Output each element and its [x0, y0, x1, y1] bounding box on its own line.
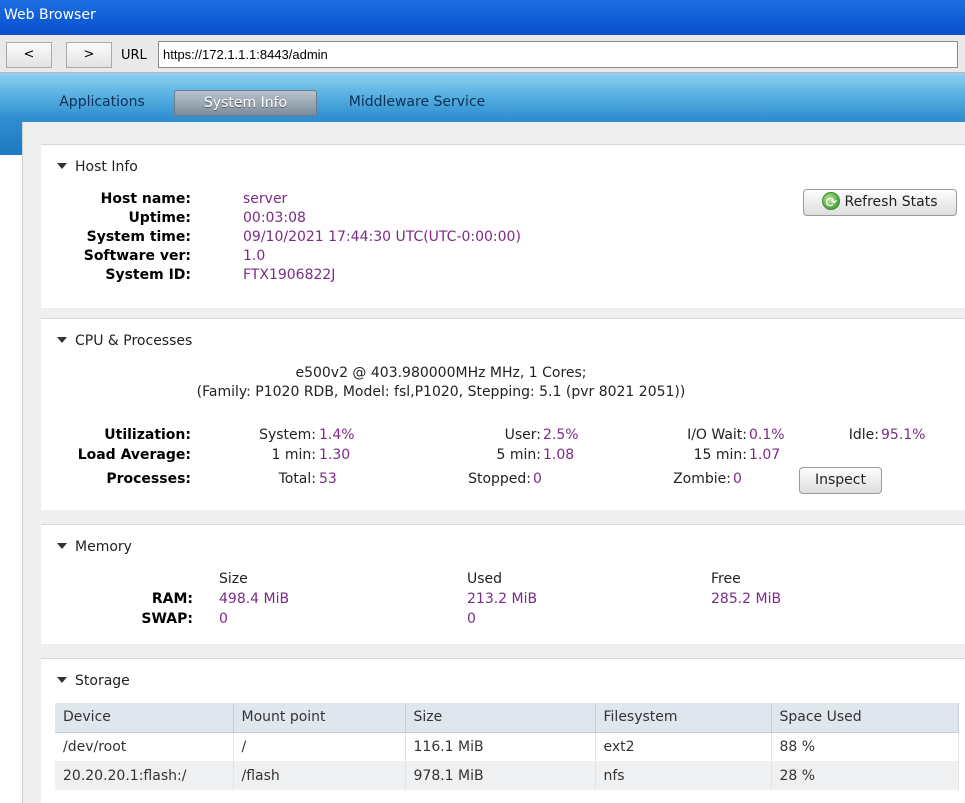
collapse-caret-icon	[57, 543, 67, 549]
back-button[interactable]: <	[6, 42, 52, 68]
cpu-model-line: e500v2 @ 403.980000MHz MHz, 1 Cores;	[295, 365, 587, 381]
load-15min-label: 15 min:	[693, 447, 747, 463]
load-5min-label: 5 min:	[496, 447, 541, 463]
cell-size: 116.1 MiB	[405, 732, 596, 761]
swap-used-value: 0	[467, 611, 476, 627]
host-info-header[interactable]: Host Info	[57, 159, 138, 175]
load-15min-value: 1.07	[749, 447, 781, 463]
software-ver-value: 1.0	[243, 248, 266, 264]
memory-panel: Memory Size Used Free RAM: 498.4 MiB 213…	[41, 524, 965, 644]
system-time-label: System time:	[86, 229, 191, 245]
panel-title: Host Info	[75, 159, 138, 175]
refresh-stats-button[interactable]: Refresh Stats	[803, 189, 957, 216]
processes-stopped-value: 0	[533, 471, 542, 487]
processes-zombie-value: 0	[733, 471, 742, 487]
system-id-label: System ID:	[105, 267, 191, 283]
tab-system-info[interactable]: System Info	[174, 90, 317, 116]
table-row[interactable]: 20.20.20.1:flash:/ /flash 978.1 MiB nfs …	[55, 761, 959, 790]
cell-mount-point: /	[233, 732, 406, 761]
processes-total-label: Total:	[278, 471, 316, 487]
column-header-size[interactable]: Size	[405, 703, 596, 733]
cell-space-used: 88 %	[771, 732, 959, 761]
ram-free-value: 285.2 MiB	[711, 591, 782, 607]
column-header-filesystem[interactable]: Filesystem	[595, 703, 772, 733]
cell-device: 20.20.20.1:flash:/	[55, 761, 234, 790]
host-info-panel: Host Info Host name: server Uptime: 00:0…	[41, 144, 965, 308]
url-input[interactable]	[158, 41, 958, 68]
window-title: Web Browser	[4, 7, 96, 23]
collapse-caret-icon	[57, 163, 67, 169]
idle-label: Idle:	[848, 427, 879, 443]
window-titlebar: Web Browser	[0, 0, 965, 35]
tab-middleware-service[interactable]: Middleware Service	[346, 90, 488, 116]
system-time-value: 09/10/2021 17:44:30 UTC(UTC-0:00:00)	[243, 229, 521, 245]
cpu-family-line: (Family: P1020 RDB, Model: fsl,P1020, St…	[196, 384, 686, 400]
system-util-label: System:	[259, 427, 316, 443]
swap-label: SWAP:	[141, 611, 193, 627]
url-label: URL	[121, 48, 147, 63]
panel-title: CPU & Processes	[75, 333, 193, 349]
inspect-button[interactable]: Inspect	[799, 467, 882, 494]
uptime-label: Uptime:	[128, 210, 191, 226]
cell-filesystem: nfs	[595, 761, 772, 790]
memory-header[interactable]: Memory	[57, 539, 132, 555]
panel-title: Memory	[75, 539, 132, 555]
table-header-row: Device Mount point Size Filesystem Space…	[55, 703, 959, 733]
memory-col-free: Free	[711, 571, 741, 587]
processes-zombie-label: Zombie:	[673, 471, 731, 487]
content-frame: Host Info Host name: server Uptime: 00:0…	[22, 122, 965, 803]
cpu-processes-panel: CPU & Processes e500v2 @ 403.980000MHz M…	[41, 318, 965, 510]
column-header-space-used[interactable]: Space Used	[771, 703, 959, 733]
cell-size: 978.1 MiB	[405, 761, 596, 790]
storage-header[interactable]: Storage	[57, 673, 130, 689]
utilization-label: Utilization:	[104, 427, 191, 443]
processes-total-value: 53	[319, 471, 337, 487]
browser-toolbar: < > URL	[0, 35, 965, 73]
software-ver-label: Software ver:	[83, 248, 191, 264]
column-header-device[interactable]: Device	[55, 703, 234, 733]
tab-applications[interactable]: Applications	[56, 90, 148, 116]
system-util-value: 1.4%	[319, 427, 355, 443]
ram-label: RAM:	[151, 591, 193, 607]
iowait-value: 0.1%	[749, 427, 785, 443]
idle-value: 95.1%	[881, 427, 926, 443]
collapse-caret-icon	[57, 337, 67, 343]
panel-title: Storage	[75, 673, 130, 689]
system-id-value: FTX1906822J	[243, 267, 336, 283]
cell-space-used: 28 %	[771, 761, 959, 790]
cell-device: /dev/root	[55, 732, 234, 761]
table-row[interactable]: /dev/root / 116.1 MiB ext2 88 %	[55, 732, 959, 761]
load-1min-label: 1 min:	[271, 447, 316, 463]
collapse-caret-icon	[57, 677, 67, 683]
load-5min-value: 1.08	[543, 447, 575, 463]
forward-button[interactable]: >	[66, 42, 112, 68]
host-name-value: server	[243, 191, 288, 207]
user-util-value: 2.5%	[543, 427, 579, 443]
load-1min-value: 1.30	[319, 447, 351, 463]
memory-col-used: Used	[467, 571, 503, 587]
swap-size-value: 0	[219, 611, 228, 627]
storage-panel: Storage Device Mount point Size Filesyst…	[41, 658, 965, 803]
processes-stopped-label: Stopped:	[468, 471, 531, 487]
storage-table: Device Mount point Size Filesystem Space…	[55, 703, 959, 790]
iowait-label: I/O Wait:	[687, 427, 747, 443]
column-header-mount-point[interactable]: Mount point	[233, 703, 406, 733]
cell-mount-point: /flash	[233, 761, 406, 790]
memory-col-size: Size	[219, 571, 248, 587]
ram-size-value: 498.4 MiB	[219, 591, 290, 607]
uptime-value: 00:03:08	[243, 210, 306, 226]
cell-filesystem: ext2	[595, 732, 772, 761]
ram-used-value: 213.2 MiB	[467, 591, 538, 607]
main-tabs: Applications System Info Middleware Serv…	[0, 73, 965, 121]
refresh-stats-label: Refresh Stats	[844, 194, 938, 210]
user-util-label: User:	[504, 427, 541, 443]
host-name-label: Host name:	[100, 191, 191, 207]
refresh-icon	[822, 191, 841, 215]
processes-label: Processes:	[106, 471, 191, 487]
cpu-processes-header[interactable]: CPU & Processes	[57, 333, 192, 349]
load-average-label: Load Average:	[77, 447, 191, 463]
